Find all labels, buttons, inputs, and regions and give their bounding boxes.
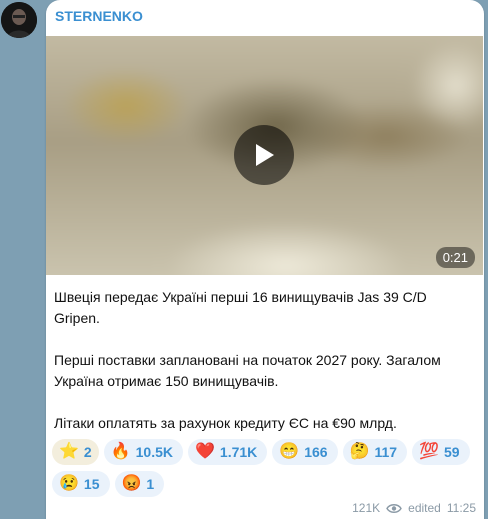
play-button[interactable] (234, 125, 294, 185)
reaction-star[interactable]: ⭐ 2 (52, 439, 99, 465)
post-paragraph: Перші поставки заплановані на початок 20… (54, 352, 441, 389)
view-count: 121K (352, 501, 381, 515)
play-icon (256, 144, 274, 166)
post-paragraph: Швеція передає Україні перші 16 винищува… (54, 289, 427, 326)
reaction-count: 1.71K (219, 444, 258, 460)
fire-icon: 🔥 (110, 443, 131, 460)
video-preview[interactable]: 0:21 (46, 36, 483, 275)
reaction-hundred[interactable]: 💯 59 (412, 439, 470, 465)
reaction-crying[interactable]: 😢 15 (52, 471, 110, 497)
avatar-silhouette-icon (1, 2, 37, 38)
message-meta: 121K edited 11:25 (352, 501, 476, 515)
reaction-heart[interactable]: ❤️ 1.71K (188, 439, 268, 465)
reaction-fire[interactable]: 🔥 10.5K (103, 439, 183, 465)
star-icon: ⭐ (59, 443, 79, 460)
reaction-count: 117 (374, 444, 398, 460)
hundred-icon: 💯 (419, 443, 439, 460)
message-time: 11:25 (446, 501, 476, 515)
reaction-count: 2 (83, 444, 92, 460)
edited-label: edited (408, 501, 441, 515)
post-text: Швеція передає Україні перші 16 винищува… (54, 287, 476, 434)
reaction-angry[interactable]: 😡 1 (114, 471, 165, 497)
reaction-thinking[interactable]: 🤔 117 (342, 439, 408, 465)
channel-name[interactable]: STERNENKO (55, 8, 143, 24)
reaction-count: 15 (83, 476, 100, 492)
video-duration: 0:21 (435, 247, 475, 268)
thinking-icon: 🤔 (349, 443, 370, 460)
reaction-count: 166 (304, 444, 328, 460)
reaction-count: 59 (444, 444, 460, 460)
channel-avatar[interactable] (1, 2, 37, 38)
post-paragraph: Літаки оплатять за рахунок кредиту ЄС на… (54, 415, 397, 431)
grin-icon: 😁 (279, 443, 300, 460)
reactions-bar: ⭐ 2 🔥 10.5K ❤️ 1.71K 😁 166 🤔 117 💯 59 😢 … (52, 439, 480, 497)
message-bubble: STERNENKO 0:21 Швеція передає Україні пе… (46, 0, 484, 519)
reaction-count: 1 (146, 476, 155, 492)
angry-icon: 😡 (121, 475, 142, 492)
reaction-grin[interactable]: 😁 166 (272, 439, 338, 465)
eye-icon (386, 503, 402, 513)
crying-icon: 😢 (59, 475, 79, 492)
reaction-count: 10.5K (135, 444, 173, 460)
heart-icon: ❤️ (195, 443, 215, 460)
